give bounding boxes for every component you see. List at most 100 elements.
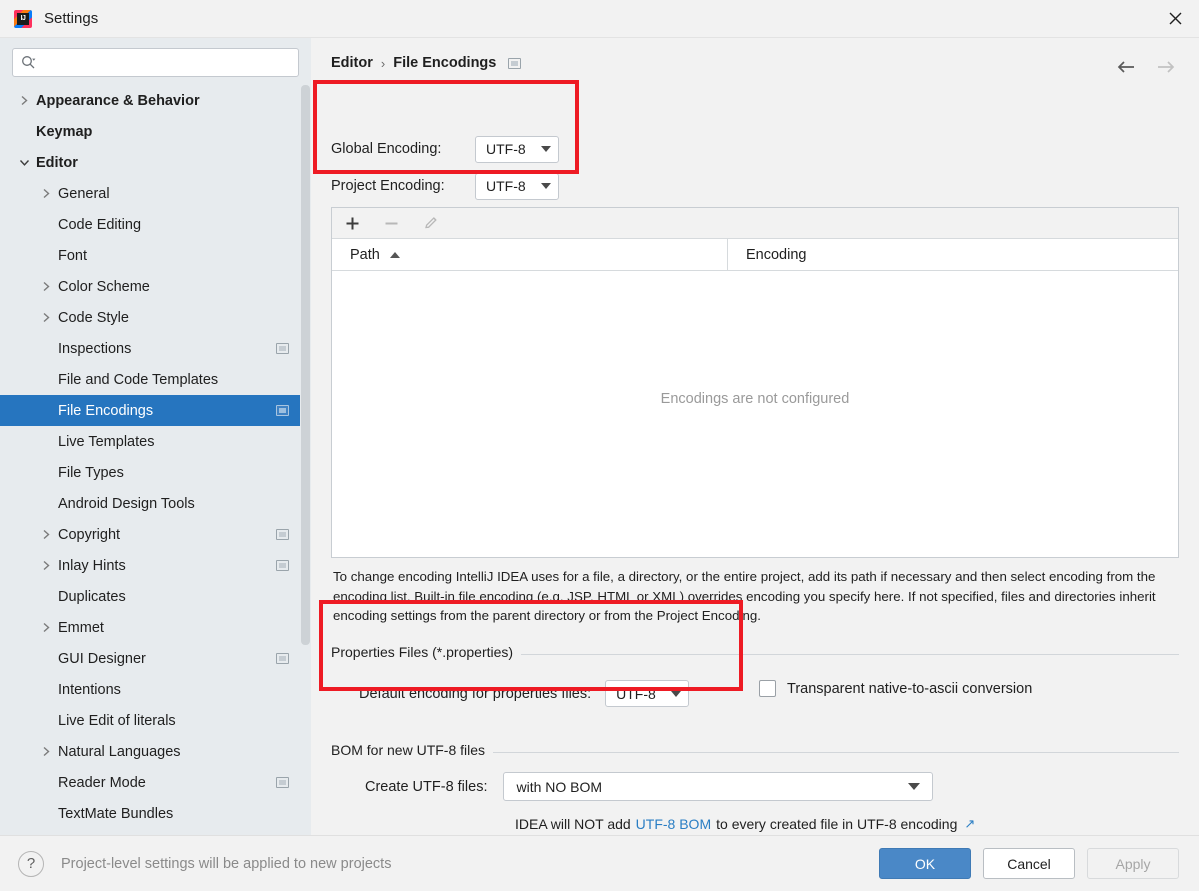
breadcrumb-separator: › <box>380 55 386 71</box>
arrow-right-icon[interactable] <box>1153 54 1179 80</box>
checkbox-box-icon <box>759 680 776 697</box>
sidebar-item-label: Live Templates <box>58 433 155 450</box>
project-scope-badge-icon <box>276 653 289 664</box>
sidebar-item-label: Inlay Hints <box>58 557 126 574</box>
sidebar-item-label: File Encodings <box>58 402 154 419</box>
sidebar-item-editor[interactable]: Editor <box>0 147 311 178</box>
navigation-arrows <box>1113 54 1179 80</box>
sidebar-item-label: Duplicates <box>58 588 126 605</box>
search-icon <box>21 54 38 71</box>
chevron-right-icon[interactable] <box>40 529 52 541</box>
sidebar-item-general[interactable]: General <box>0 178 311 209</box>
encodings-table-body[interactable]: Encodings are not configured <box>332 271 1178 556</box>
logo-letters: IJ <box>20 14 26 22</box>
arrow-left-icon[interactable] <box>1113 54 1139 80</box>
sidebar-item-inlay-hints[interactable]: Inlay Hints <box>0 550 311 581</box>
sidebar-item-code-style[interactable]: Code Style <box>0 302 311 333</box>
create-utf8-files-value: with NO BOM <box>516 778 603 795</box>
sidebar-item-gui-designer[interactable]: GUI Designer <box>0 643 311 674</box>
window-title: Settings <box>44 10 99 27</box>
intellij-logo-icon: IJ <box>14 9 32 28</box>
sidebar-item-label: Editor <box>36 154 78 171</box>
sidebar-item-live-templates[interactable]: Live Templates <box>0 426 311 457</box>
sidebar-item-label: TextMate Bundles <box>58 805 174 822</box>
chevron-right-icon[interactable] <box>18 95 30 107</box>
sidebar-scrollbar-track[interactable] <box>300 85 311 830</box>
create-utf8-files-select[interactable]: with NO BOM <box>503 772 934 801</box>
search-box[interactable] <box>12 48 299 77</box>
sidebar-item-natural-languages[interactable]: Natural Languages <box>0 736 311 767</box>
sidebar-item-label: Emmet <box>58 619 104 636</box>
external-link-icon[interactable]: ↗ <box>964 816 975 832</box>
search-input[interactable] <box>41 55 290 70</box>
breadcrumb: Editor › File Encodings <box>331 55 522 71</box>
sidebar-item-label: Inspections <box>58 340 132 357</box>
close-icon[interactable] <box>1151 0 1199 37</box>
global-encoding-value: UTF-8 <box>486 141 526 157</box>
sidebar-item-code-editing[interactable]: Code Editing <box>0 209 311 240</box>
sidebar-item-label: Live Edit of literals <box>58 712 176 729</box>
properties-default-encoding-select[interactable]: UTF-8 <box>605 680 690 707</box>
chevron-right-icon[interactable] <box>40 622 52 634</box>
sidebar-item-label: Reader Mode <box>58 774 146 791</box>
sidebar-item-duplicates[interactable]: Duplicates <box>0 581 311 612</box>
settings-sidebar: Appearance & Behavior Keymap Editor General… <box>0 38 311 835</box>
sidebar-item-live-edit-of-literals[interactable]: Live Edit of literals <box>0 705 311 736</box>
sidebar-item-label: GUI Designer <box>58 650 146 667</box>
sidebar-item-label: General <box>58 185 110 202</box>
apply-button: Apply <box>1087 848 1179 879</box>
help-button[interactable]: ? <box>18 850 44 877</box>
chevron-right-icon[interactable] <box>40 746 52 758</box>
sidebar-item-file-encodings[interactable]: File Encodings <box>0 395 311 426</box>
chevron-right-icon[interactable] <box>40 312 52 324</box>
cancel-button[interactable]: Cancel <box>983 848 1075 879</box>
sidebar-item-file-types[interactable]: File Types <box>0 457 311 488</box>
utf8-bom-link[interactable]: UTF-8 BOM <box>636 816 711 832</box>
sidebar-item-label: Android Design Tools <box>58 495 195 512</box>
sidebar-item-reader-mode[interactable]: Reader Mode <box>0 767 311 798</box>
sidebar-item-label: Color Scheme <box>58 278 150 295</box>
breadcrumb-parent[interactable]: Editor <box>331 55 373 71</box>
encodings-table-panel: Path Encoding Encodings are not configur… <box>331 207 1179 558</box>
sidebar-item-inspections[interactable]: Inspections <box>0 333 311 364</box>
sidebar-item-emmet[interactable]: Emmet <box>0 612 311 643</box>
global-encoding-label: Global Encoding: <box>331 141 442 157</box>
sidebar-item-copyright[interactable]: Copyright <box>0 519 311 550</box>
column-header-encoding[interactable]: Encoding <box>728 239 1178 270</box>
sidebar-item-color-scheme[interactable]: Color Scheme <box>0 271 311 302</box>
title-bar: IJ Settings <box>0 0 1199 38</box>
ok-button[interactable]: OK <box>879 848 971 879</box>
project-scope-badge-icon <box>276 529 289 540</box>
plus-icon[interactable] <box>342 213 363 234</box>
project-encoding-select[interactable]: UTF-8 <box>475 172 559 200</box>
project-scope-badge-icon <box>276 560 289 571</box>
sidebar-item-font[interactable]: Font <box>0 240 311 271</box>
sidebar-item-appearance-behavior[interactable]: Appearance & Behavior <box>0 85 311 116</box>
bom-note-prefix: IDEA will NOT add <box>515 816 631 832</box>
sidebar-item-textmate-bundles[interactable]: TextMate Bundles <box>0 798 311 829</box>
pencil-icon <box>420 213 441 234</box>
sidebar-item-intentions[interactable]: Intentions <box>0 674 311 705</box>
column-header-encoding-label: Encoding <box>746 246 807 263</box>
global-encoding-select[interactable]: UTF-8 <box>475 135 559 163</box>
sidebar-item-label: Code Editing <box>58 216 142 233</box>
sidebar-item-keymap[interactable]: Keymap <box>0 116 311 147</box>
sidebar-item-android-design-tools[interactable]: Android Design Tools <box>0 488 311 519</box>
project-level-note: Project-level settings will be applied t… <box>61 855 392 872</box>
global-encoding-row: Global Encoding: UTF-8 <box>331 135 559 163</box>
chevron-down-icon <box>908 783 921 790</box>
sidebar-item-file-and-code-templates[interactable]: File and Code Templates <box>0 364 311 395</box>
sidebar-scrollbar-thumb[interactable] <box>301 85 310 645</box>
project-encoding-value: UTF-8 <box>486 178 526 194</box>
settings-dialog: IJ Settings Appearance & Behavior Keymap… <box>0 0 1199 891</box>
transparent-native-to-ascii-checkbox[interactable]: Transparent native-to-ascii conversion <box>759 680 1032 697</box>
chevron-right-icon[interactable] <box>40 281 52 293</box>
chevron-right-icon[interactable] <box>40 188 52 200</box>
chevron-down-icon[interactable] <box>18 157 30 169</box>
chevron-right-icon[interactable] <box>40 560 52 572</box>
create-utf8-files-label: Create UTF-8 files: <box>365 778 488 795</box>
sidebar-item-label: Copyright <box>58 526 121 543</box>
sidebar-item-label: Keymap <box>36 123 93 140</box>
bom-group: BOM for new UTF-8 files Create UTF-8 fil… <box>331 742 1179 835</box>
column-header-path[interactable]: Path <box>332 239 728 270</box>
